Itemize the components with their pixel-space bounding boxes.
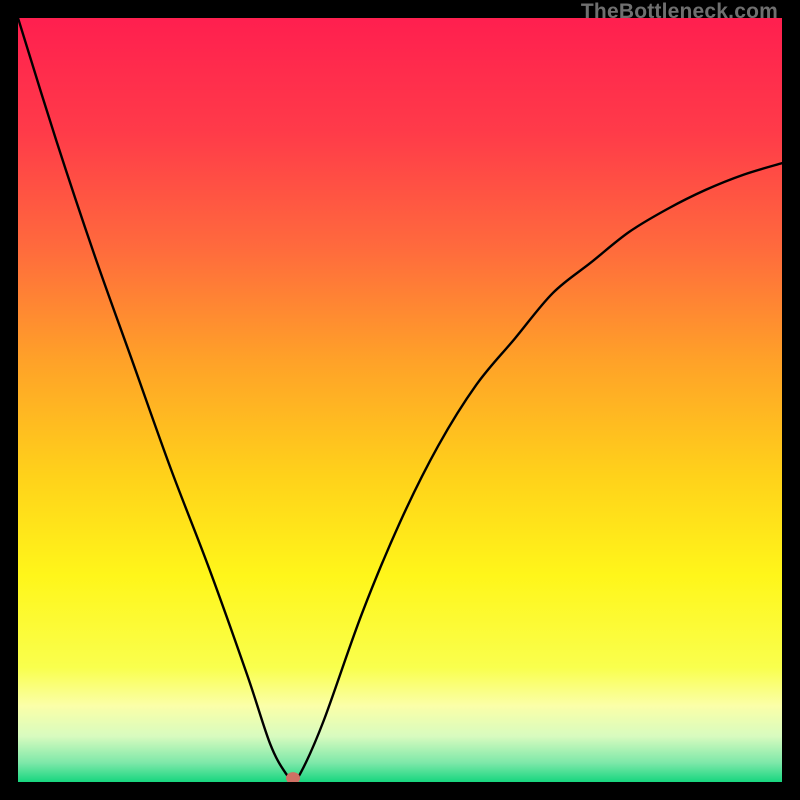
chart-frame xyxy=(18,18,782,782)
chart-canvas xyxy=(18,18,782,782)
watermark-text: TheBottleneck.com xyxy=(581,0,778,24)
gradient-background xyxy=(18,18,782,782)
